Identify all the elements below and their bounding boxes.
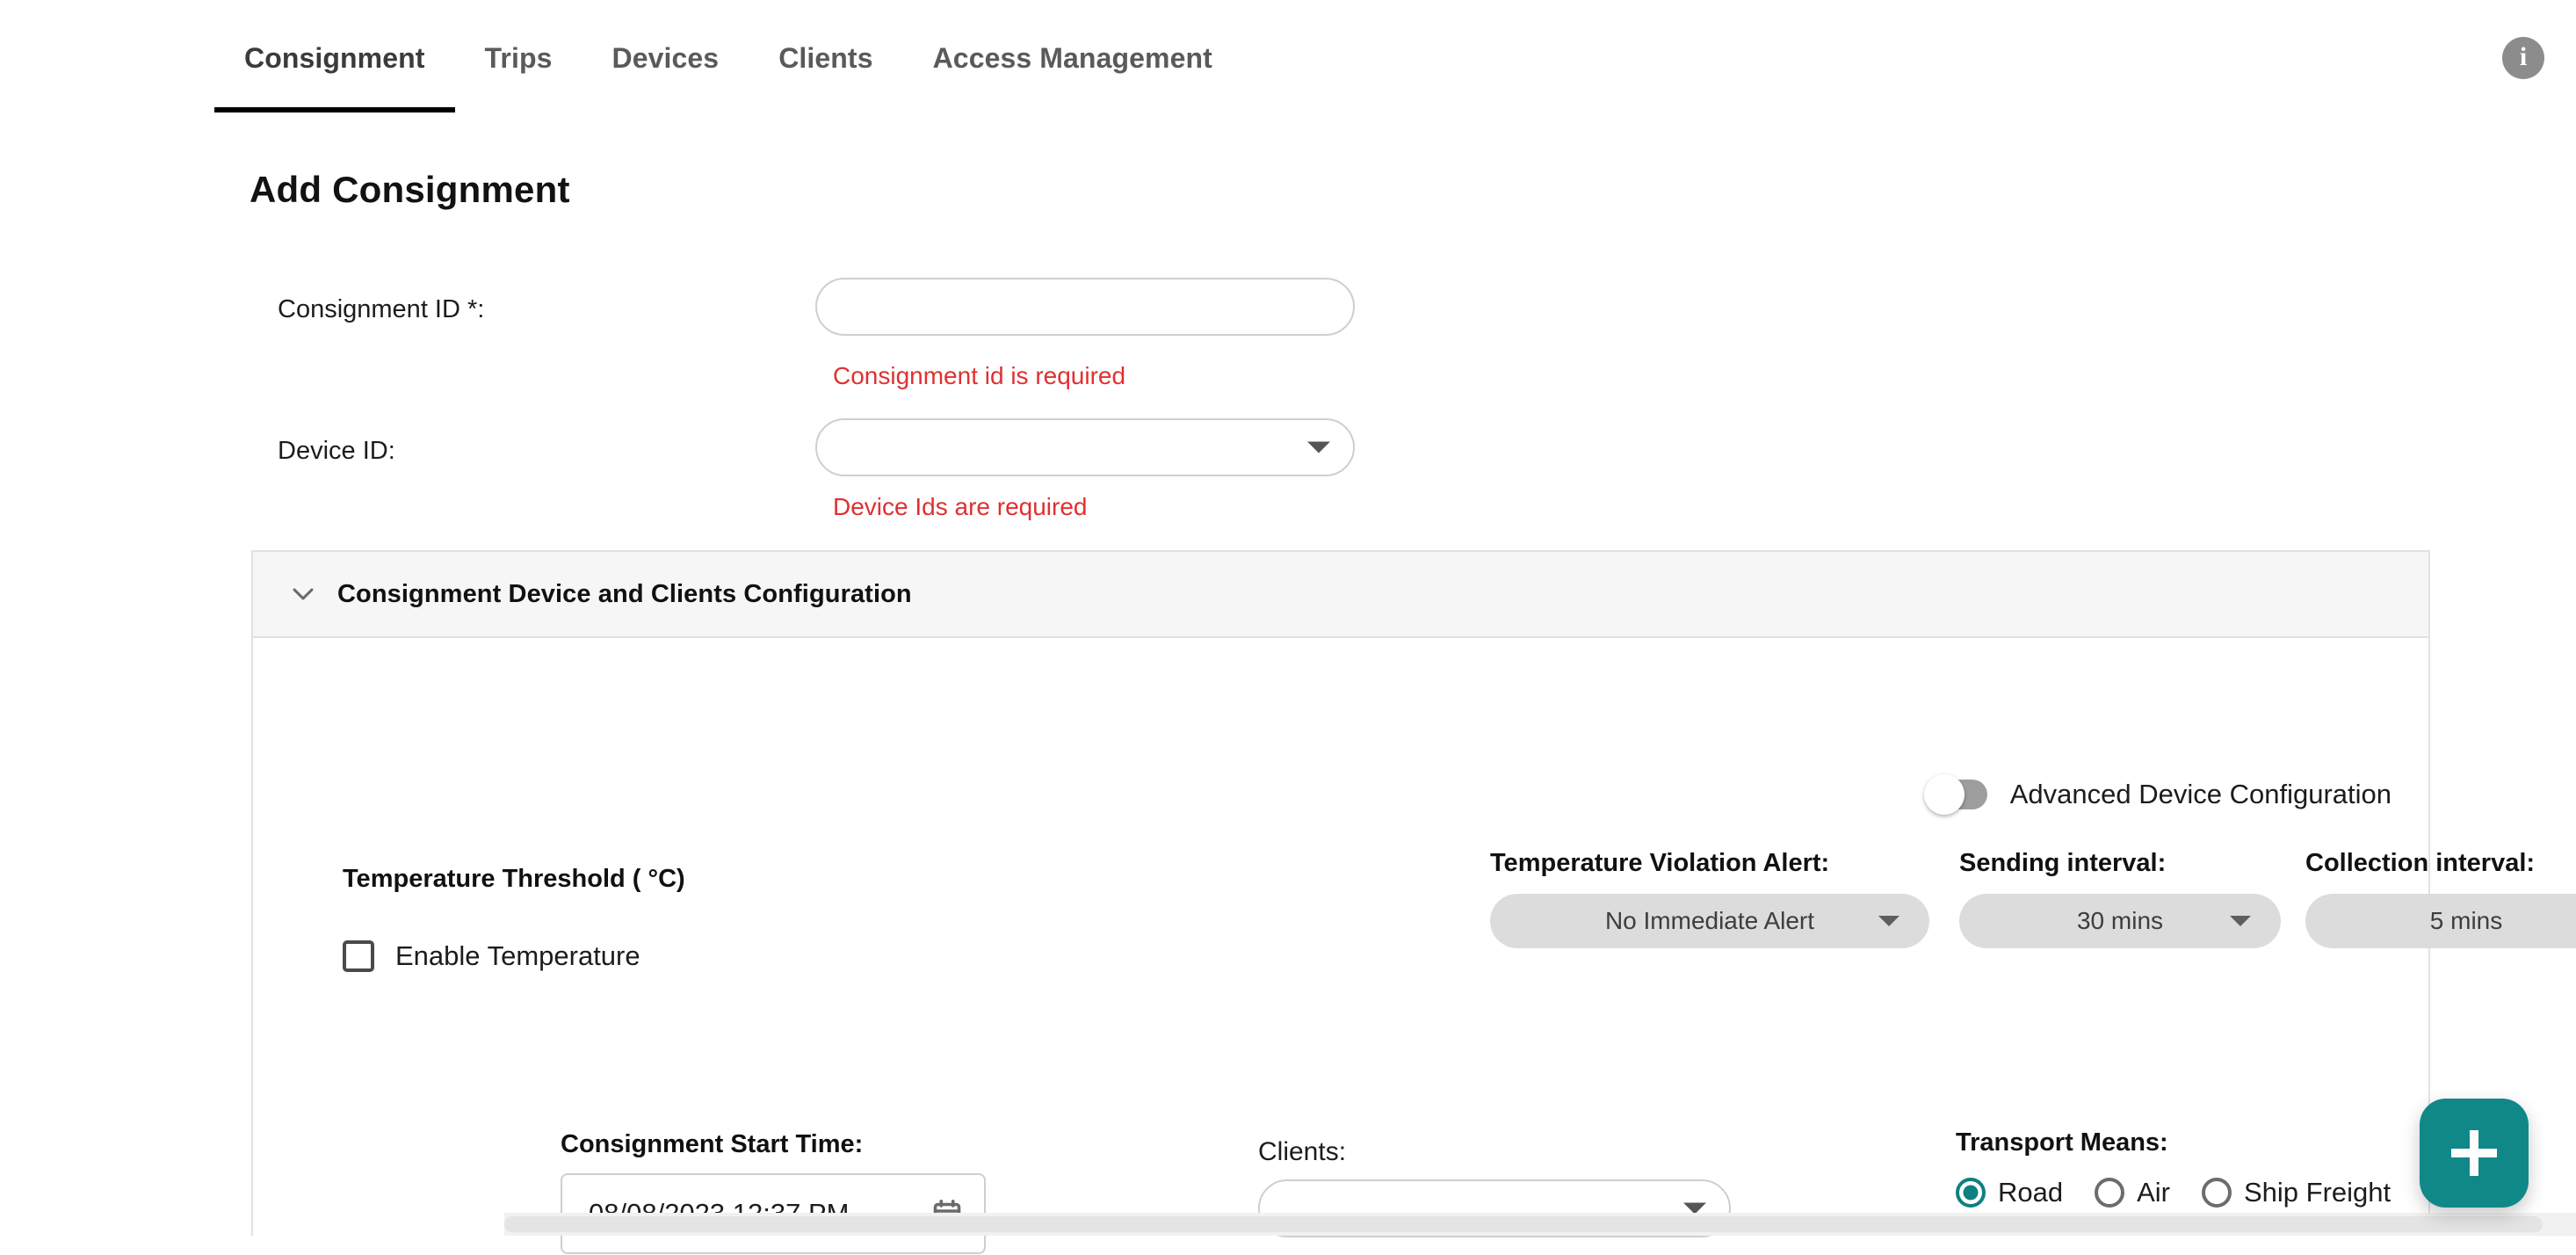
device-id-field[interactable] <box>815 418 1355 476</box>
transport-means-label: Transport Means: <box>1956 1128 2168 1157</box>
radio-air[interactable] <box>2095 1178 2125 1208</box>
temperature-violation-alert-label: Temperature Violation Alert: <box>1490 849 1830 877</box>
tab-devices[interactable]: Devices <box>582 0 749 116</box>
tab-trips[interactable]: Trips <box>455 0 582 116</box>
transport-option-ship-freight-label: Ship Freight <box>2244 1177 2391 1208</box>
temperature-violation-alert-select[interactable]: No Immediate Alert <box>1490 894 1929 948</box>
scrollbar-thumb[interactable] <box>504 1216 2543 1232</box>
consignment-id-error: Consignment id is required <box>833 362 1126 389</box>
device-id-input[interactable] <box>817 420 1353 475</box>
panel-title: Consignment Device and Clients Configura… <box>337 579 912 608</box>
enable-temperature-checkbox[interactable] <box>343 940 374 972</box>
tab-consignment-label: Consignment <box>244 41 425 74</box>
sending-interval-group: Sending interval: 30 mins <box>1959 849 2281 948</box>
page-title: Add Consignment <box>250 169 570 210</box>
advanced-device-configuration-row: Advanced Device Configuration <box>1923 774 2391 815</box>
transport-option-air[interactable]: Air <box>2095 1177 2170 1208</box>
enable-temperature-label: Enable Temperature <box>395 940 640 971</box>
collection-interval-select[interactable]: 5 mins <box>2305 894 2576 948</box>
panel-header[interactable]: Consignment Device and Clients Configura… <box>253 552 2428 638</box>
tab-access-management[interactable]: Access Management <box>903 0 1242 116</box>
consignment-id-input[interactable] <box>817 279 1353 334</box>
top-tab-bar: Consignment Trips Devices Clients Access… <box>0 0 2576 116</box>
device-id-label: Device ID: <box>278 437 395 465</box>
radio-ship-freight[interactable] <box>2202 1178 2232 1208</box>
temperature-threshold-title: Temperature Threshold ( °C) <box>343 865 685 893</box>
configuration-panel: Consignment Device and Clients Configura… <box>251 550 2576 1254</box>
transport-means-group: Transport Means: Road Air Ship Freight <box>1956 1128 2406 1208</box>
info-icon[interactable]: i <box>2502 37 2544 79</box>
horizontal-scrollbar[interactable] <box>504 1213 2576 1236</box>
sending-interval-value: 30 mins <box>2076 907 2164 934</box>
chevron-down-icon <box>2230 916 2251 926</box>
app-root: Consignment Trips Devices Clients Access… <box>0 0 2576 1255</box>
chevron-down-icon <box>1878 916 1899 926</box>
tab-clients[interactable]: Clients <box>749 0 902 116</box>
panel-body: Advanced Device Configuration Temperatur… <box>253 638 2576 1254</box>
tab-list: Consignment Trips Devices Clients Access… <box>214 0 1242 116</box>
transport-means-radio-group: Road Air Ship Freight <box>1956 1177 2406 1208</box>
consignment-id-field[interactable] <box>815 278 1355 336</box>
consignment-id-label: Consignment ID *: <box>278 295 485 323</box>
tab-consignment[interactable]: Consignment <box>214 0 455 116</box>
transport-option-ship-freight[interactable]: Ship Freight <box>2202 1177 2391 1208</box>
sending-interval-select[interactable]: 30 mins <box>1959 894 2281 948</box>
enable-temperature-row[interactable]: Enable Temperature <box>343 940 640 972</box>
temperature-violation-alert-group: Temperature Violation Alert: No Immediat… <box>1490 849 1929 948</box>
radio-road[interactable] <box>1956 1178 1986 1208</box>
temperature-violation-alert-value: No Immediate Alert <box>1604 907 1815 934</box>
tab-devices-label: Devices <box>611 41 720 74</box>
transport-option-road[interactable]: Road <box>1956 1177 2063 1208</box>
toggle-knob <box>1923 774 1965 815</box>
tab-access-management-label: Access Management <box>932 41 1212 74</box>
advanced-device-configuration-toggle[interactable] <box>1923 774 1987 815</box>
transport-option-air-label: Air <box>2137 1177 2170 1208</box>
consignment-start-time-label: Consignment Start Time: <box>561 1130 864 1158</box>
advanced-device-configuration-label: Advanced Device Configuration <box>2009 779 2391 809</box>
collection-interval-label: Collection interval: <box>2305 849 2536 877</box>
chevron-down-icon[interactable] <box>1307 441 1330 453</box>
collection-interval-value: 5 mins <box>2429 907 2503 934</box>
sending-interval-label: Sending interval: <box>1959 849 2167 877</box>
device-id-error: Device Ids are required <box>833 493 1088 520</box>
tab-clients-label: Clients <box>778 41 873 74</box>
tab-trips-label: Trips <box>484 41 553 74</box>
collection-interval-group: Collection interval: 5 mins <box>2305 849 2576 948</box>
clients-label: Clients: <box>1258 1137 1347 1166</box>
add-floating-action-button[interactable] <box>2420 1099 2529 1208</box>
transport-option-road-label: Road <box>1998 1177 2064 1208</box>
chevron-down-icon[interactable] <box>288 579 318 609</box>
info-icon-glyph: i <box>2519 42 2528 71</box>
